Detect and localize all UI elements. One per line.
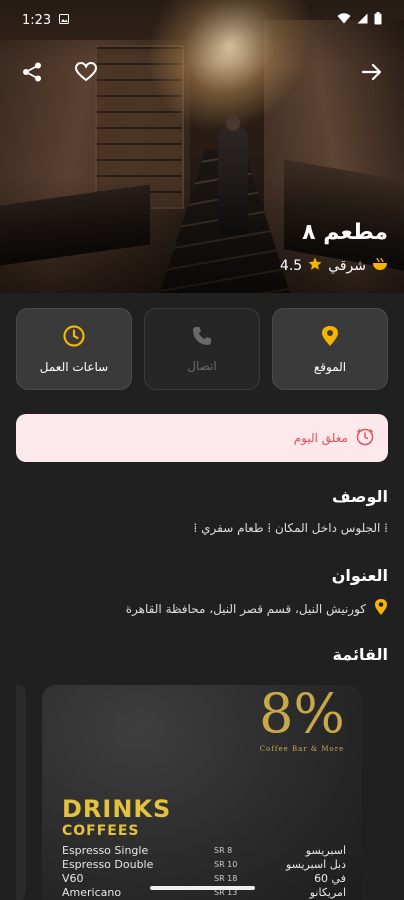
- hero-image: [0, 0, 404, 293]
- status-left: 1:23: [22, 12, 70, 28]
- wifi-icon: [337, 12, 351, 28]
- opening-hours-label: ساعات العمل: [39, 359, 109, 374]
- location-pin-icon: [321, 325, 339, 350]
- call-label: اتصال: [187, 358, 217, 373]
- address-text: كورنيش النيل، قسم قصر النيل، محافظة القا…: [125, 601, 366, 616]
- menu-item: Espresso Double SR 10 دبل اسبريسو: [62, 857, 346, 871]
- description-text: ⁞ الجلوس داخل المكان ⁞ طعام سفري ⁞: [193, 521, 388, 535]
- menu-brand-tag: Coffee Bar & More: [259, 745, 345, 753]
- menu-item-ar: امريكانو: [309, 885, 346, 899]
- menu-item-price: SR 8: [214, 845, 233, 855]
- share-button[interactable]: [16, 58, 48, 90]
- restaurant-meta: 4.5 شرقي: [270, 257, 388, 275]
- share-icon: [21, 61, 43, 87]
- closed-today-banner: مغلق اليوم: [16, 414, 388, 462]
- restaurant-title: مطعم ٨: [302, 220, 388, 245]
- menu-card[interactable]: 8% Coffee Bar & More DRINKS COFFEES Espr…: [42, 685, 362, 900]
- menu-item-ar: في 60: [314, 871, 346, 885]
- menu-carousel[interactable]: 8% Coffee Bar & More DRINKS COFFEES Espr…: [0, 685, 404, 900]
- cuisine-icon: [372, 257, 388, 275]
- closed-today-text: مغلق اليوم: [293, 431, 348, 445]
- status-right: [337, 11, 382, 29]
- menu-brand-logo: 8% Coffee Bar & More: [256, 685, 348, 753]
- menu-items: Espresso Single SR 8 اسبريسو Espresso Do…: [62, 843, 346, 899]
- address-row[interactable]: كورنيش النيل، قسم قصر النيل، محافظة القا…: [126, 598, 388, 619]
- signal-icon: [357, 13, 368, 28]
- arrow-right-icon: [361, 63, 382, 85]
- phone-icon: [192, 326, 212, 349]
- menu-item: Espresso Single SR 8 اسبريسو: [62, 843, 346, 857]
- menu-card-peek[interactable]: [16, 685, 26, 900]
- menu-heading: DRINKS: [62, 795, 172, 823]
- menu-item-en: Espresso Double: [62, 857, 154, 871]
- home-indicator[interactable]: [150, 886, 255, 890]
- location-label: الموقع: [313, 359, 347, 374]
- menu-item: V60 SR 18 في 60: [62, 871, 346, 885]
- call-button[interactable]: اتصال: [144, 308, 260, 390]
- rating-value: 4.5: [279, 258, 303, 274]
- menu-title: القائمة: [332, 645, 388, 664]
- menu-item-en: V60: [62, 871, 84, 885]
- hero-overlay: [0, 0, 404, 293]
- opening-hours-button[interactable]: ساعات العمل: [16, 308, 132, 390]
- battery-icon: [374, 11, 382, 29]
- menu-item-ar: دبل اسبريسو: [285, 857, 346, 871]
- clock-alert-icon: [356, 428, 374, 449]
- menu-subheading: COFFEES: [62, 823, 140, 839]
- heart-icon: [74, 61, 98, 86]
- menu-item-price: SR 18: [214, 873, 238, 883]
- status-time: 1:23: [22, 12, 52, 28]
- star-icon: [308, 257, 322, 275]
- cuisine-label: شرقي: [328, 258, 366, 274]
- menu-item-ar: اسبريسو: [305, 843, 346, 857]
- clock-icon: [63, 324, 85, 350]
- action-buttons: الموقع اتصال ساعات العمل: [16, 308, 388, 390]
- menu-item-price: SR 10: [214, 859, 238, 869]
- address-pin-icon: [374, 598, 388, 619]
- image-notification-icon: [59, 13, 70, 28]
- location-button[interactable]: الموقع: [272, 308, 388, 390]
- menu-brand-big: 8%: [259, 685, 345, 745]
- status-bar: 1:23: [0, 0, 404, 40]
- address-title: العنوان: [331, 566, 388, 585]
- back-button[interactable]: [356, 58, 388, 90]
- description-title: الوصف: [331, 487, 388, 506]
- favorite-button[interactable]: [70, 58, 102, 90]
- menu-item-en: Espresso Single: [62, 843, 149, 857]
